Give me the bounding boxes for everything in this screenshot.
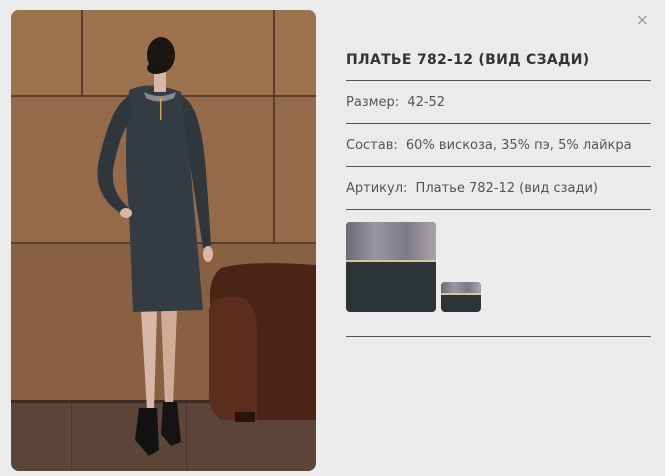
- thumbnail-large[interactable]: [346, 222, 436, 312]
- product-title: ПЛАТЬЕ 782-12 (ВИД СЗАДИ): [346, 52, 590, 68]
- product-photo: [11, 10, 316, 471]
- size-label: Размер:: [346, 95, 400, 110]
- thumbnail-gallery: [346, 209, 651, 337]
- close-button[interactable]: ×: [636, 10, 649, 30]
- product-photo-image: [11, 10, 316, 471]
- article-row: Артикул: Платье 782-12 (вид сзади): [346, 166, 651, 209]
- thumbnail-fabric-detail: [346, 222, 436, 262]
- composition-row: Состав: 60% вискоза, 35% пэ, 5% лайкра: [346, 123, 651, 166]
- size-value: 42-52: [407, 95, 446, 110]
- product-dialog: × ПЛАТЬЕ 782-12 (ВИД СЗАДИ) Размер: 42-5…: [0, 0, 665, 476]
- thumbnail-small[interactable]: [441, 282, 481, 312]
- article-label: Артикул:: [346, 181, 408, 196]
- close-icon: ×: [635, 10, 649, 29]
- composition-value: 60% вискоза, 35% пэ, 5% лайкра: [405, 138, 632, 153]
- size-row: Размер: 42-52: [346, 80, 651, 123]
- product-info: ПЛАТЬЕ 782-12 (ВИД СЗАДИ) Размер: 42-52 …: [346, 38, 651, 337]
- article-value: Платье 782-12 (вид сзади): [415, 181, 598, 196]
- composition-label: Состав:: [346, 138, 398, 153]
- thumbnail-fabric-detail: [441, 282, 481, 295]
